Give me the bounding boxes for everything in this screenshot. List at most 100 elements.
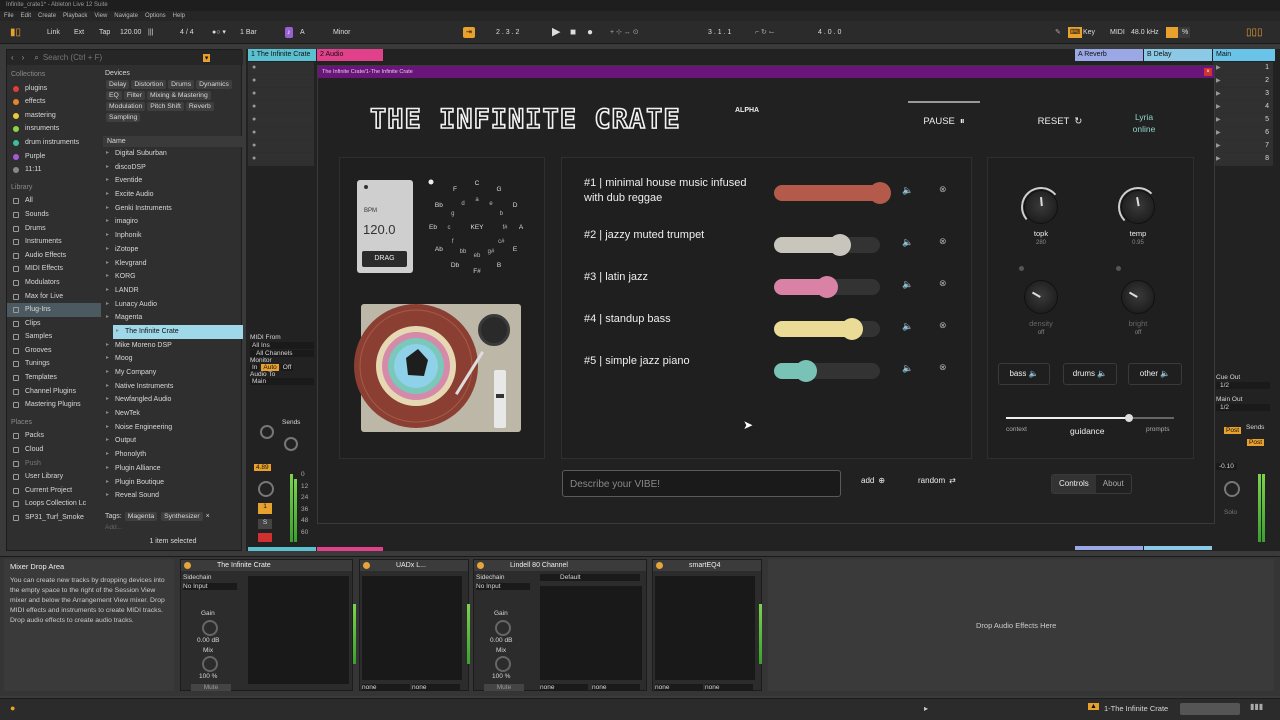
folder-item[interactable]: KORG xyxy=(103,270,243,284)
folder-item[interactable]: Output xyxy=(103,434,243,448)
tempo-field[interactable]: 120.00 xyxy=(120,27,141,38)
tag-synthesizer[interactable]: Synthesizer xyxy=(161,512,203,521)
menu-view[interactable]: View xyxy=(94,13,107,19)
place-item[interactable]: Loops Collection Lc xyxy=(7,497,101,511)
collection-item[interactable]: mastering xyxy=(7,109,101,123)
play-small-icon[interactable]: ▸ xyxy=(924,704,928,713)
search-input[interactable]: Search (Ctrl + F) xyxy=(43,53,203,62)
folder-item[interactable]: Plugin Boutique xyxy=(103,476,243,490)
mute-speaker-icon[interactable]: 🔈 xyxy=(902,279,913,290)
back-icon[interactable]: ‹ xyxy=(11,53,14,62)
key-minor-4[interactable]: c# xyxy=(498,239,505,245)
scene-launch[interactable]: ▶ 6 xyxy=(1213,127,1273,140)
folder-item[interactable]: imagiro xyxy=(103,215,243,229)
enable-dot-icon[interactable] xyxy=(1019,266,1024,271)
menu-create[interactable]: Create xyxy=(38,13,56,19)
scale-mode-icon[interactable]: ♪ xyxy=(285,27,293,38)
forward-icon[interactable]: › xyxy=(22,53,25,62)
overview-strip[interactable] xyxy=(1180,703,1240,715)
track-1-header[interactable]: 1 The Infinite Crate xyxy=(248,49,316,61)
density-knob[interactable] xyxy=(1024,280,1058,314)
folder-item[interactable]: Moog xyxy=(103,352,243,366)
device-tag[interactable]: Delay xyxy=(106,80,130,89)
guidance-slider[interactable] xyxy=(1006,414,1174,422)
collection-item[interactable]: Purple xyxy=(7,150,101,164)
key-major-6[interactable]: F# xyxy=(473,268,481,275)
clip-slot[interactable]: ● xyxy=(248,88,314,101)
vinyl-record[interactable] xyxy=(348,296,498,446)
collection-item[interactable]: plugins xyxy=(7,82,101,96)
device-title[interactable]: Lindell 80 Channel xyxy=(474,560,646,571)
device-tag[interactable]: Mixing & Mastering xyxy=(146,91,211,100)
stem-other-button[interactable]: other 🔈 xyxy=(1128,363,1182,385)
prompt-label[interactable]: #1 | minimal house music infused with du… xyxy=(584,176,764,206)
tag-magenta[interactable]: Magenta xyxy=(124,512,158,521)
folder-item[interactable]: Newfangled Audio xyxy=(103,393,243,407)
device-power-icon[interactable] xyxy=(656,562,663,569)
arm-button[interactable] xyxy=(258,533,272,542)
menu-file[interactable]: File xyxy=(4,13,14,19)
menu-options[interactable]: Options xyxy=(145,13,166,19)
monitor-off-button[interactable]: Off xyxy=(280,364,294,371)
key-minor-8[interactable]: f xyxy=(452,239,454,245)
device-tag[interactable]: Drums xyxy=(168,80,195,89)
add-prompt-button[interactable]: add ⊕ xyxy=(861,476,885,485)
place-item[interactable]: Packs xyxy=(7,429,101,443)
key-minor-9[interactable]: c xyxy=(448,225,451,231)
view-toggle-icon[interactable]: ▯▯▯ xyxy=(1246,27,1263,38)
loop-icon[interactable]: ⌐ ↻ ⌙ xyxy=(755,27,775,38)
folder-item[interactable]: NewTek xyxy=(103,407,243,421)
key-wheel[interactable]: CGDAEBF#DbAbEbBbFaebf#c#g#ebbbfcgdKEY xyxy=(422,176,532,276)
mix-knob[interactable] xyxy=(495,656,511,672)
key-center-label[interactable]: KEY xyxy=(470,224,484,231)
keyboard-icon[interactable]: ⌨ xyxy=(1068,27,1083,38)
play-icon[interactable]: ▶ xyxy=(552,27,560,38)
menu-help[interactable]: Help xyxy=(173,13,185,19)
stem-bass-button[interactable]: bass 🔈 xyxy=(998,363,1050,385)
midi-map-button[interactable]: MIDI xyxy=(1110,27,1125,38)
clip-slot[interactable]: ● xyxy=(248,62,314,75)
library-item[interactable]: Instruments xyxy=(7,235,101,249)
library-item[interactable]: Clips xyxy=(7,317,101,331)
bpm-value[interactable]: 120.0 xyxy=(363,222,396,237)
library-item[interactable]: Modulators xyxy=(7,276,101,290)
device-tag[interactable]: Modulation xyxy=(106,102,146,111)
scene-launch[interactable]: ▶ 8 xyxy=(1213,153,1273,166)
key-major-4[interactable]: E xyxy=(513,246,518,253)
param-select-2[interactable]: none xyxy=(592,684,640,691)
key-major-10[interactable]: Bb xyxy=(435,202,443,209)
track-2-header[interactable]: 2 Audio xyxy=(317,49,383,61)
record-icon[interactable]: ● xyxy=(587,27,593,38)
key-major-11[interactable]: F xyxy=(453,186,457,193)
device-tag[interactable]: Dynamics xyxy=(196,80,232,89)
post-button-2[interactable]: Post xyxy=(1247,439,1265,446)
prompt-weight-slider[interactable] xyxy=(774,182,891,204)
slider-thumb[interactable] xyxy=(841,318,864,340)
mixer-icon[interactable]: ▮▮▮ xyxy=(1250,702,1263,711)
midi-from-select[interactable]: All Ins xyxy=(250,342,314,349)
place-item[interactable]: Cloud xyxy=(7,443,101,457)
main-track-header[interactable]: Main xyxy=(1213,49,1275,61)
clip-slot[interactable]: ● xyxy=(248,127,314,140)
folder-item[interactable]: Magenta xyxy=(103,311,243,325)
device-power-icon[interactable] xyxy=(184,562,191,569)
sidechain-input-select[interactable]: No Input xyxy=(183,583,237,590)
scene-launch[interactable]: ▶ 5 xyxy=(1213,114,1273,127)
prompt-weight-slider[interactable] xyxy=(774,360,880,382)
device-tag[interactable]: Pitch Shift xyxy=(147,102,184,111)
pause-button[interactable]: PAUSE ⏸ xyxy=(908,106,980,136)
folder-item[interactable]: Genki Instruments xyxy=(103,202,243,216)
send-a-knob[interactable] xyxy=(260,425,274,439)
param-select-1[interactable]: none xyxy=(362,684,410,691)
prompt-label[interactable]: #2 | jazzy muted trumpet xyxy=(584,228,764,243)
library-item[interactable]: Drums xyxy=(7,222,101,236)
key-major-7[interactable]: Db xyxy=(451,262,460,269)
menu-navigate[interactable]: Navigate xyxy=(114,13,138,19)
library-item[interactable]: Plug-Ins xyxy=(7,303,101,317)
slider-thumb[interactable] xyxy=(816,276,838,298)
slider-thumb[interactable] xyxy=(828,234,851,256)
place-item[interactable]: Current Project xyxy=(7,484,101,498)
key-major-0[interactable]: C xyxy=(475,180,480,187)
folder-item[interactable]: Excite Audio xyxy=(103,188,243,202)
clip-slot[interactable]: ● xyxy=(248,75,314,88)
